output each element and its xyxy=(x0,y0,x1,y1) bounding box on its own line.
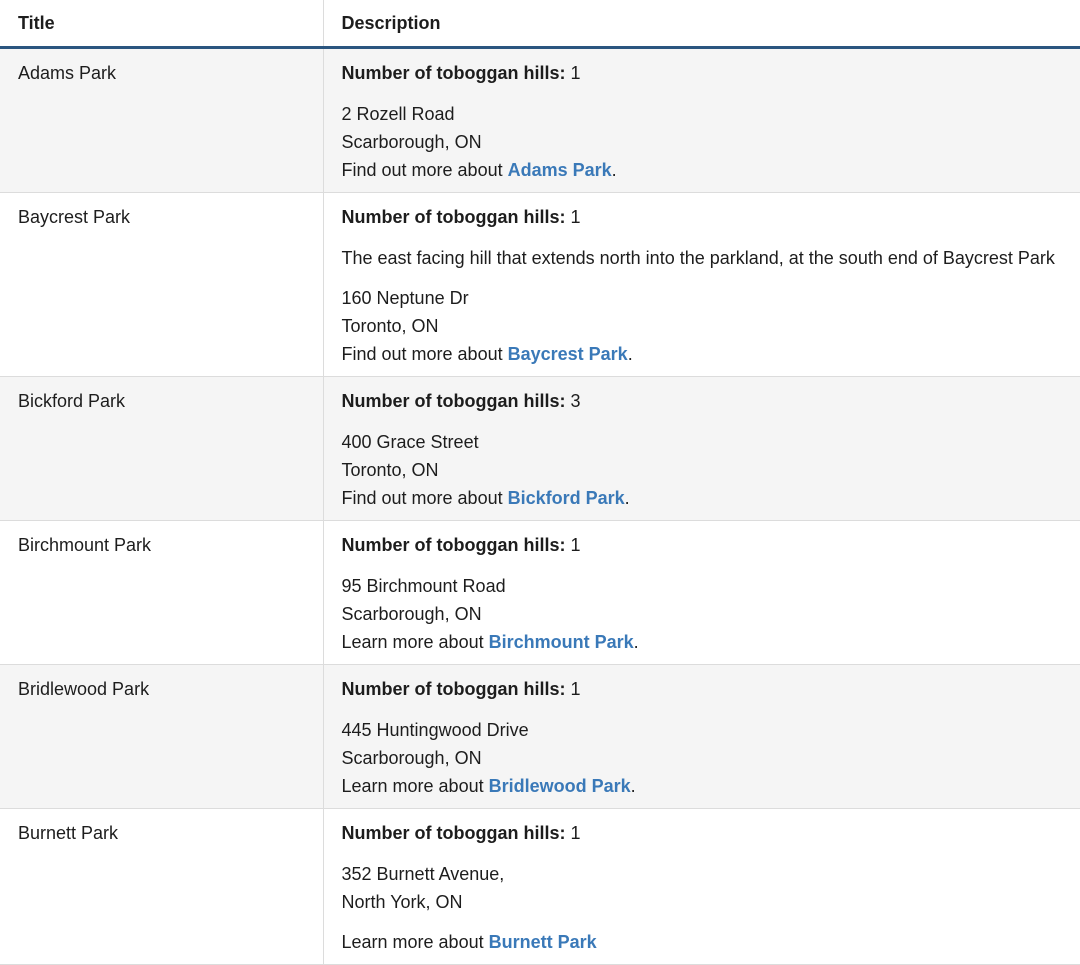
more-info-prefix: Find out more about xyxy=(341,160,508,180)
park-title: Bickford Park xyxy=(0,376,324,521)
address-line-1: 160 Neptune Dr xyxy=(341,288,469,308)
address-line-2: Scarborough, ON xyxy=(341,604,482,624)
park-link-burnett[interactable]: Burnett Park xyxy=(489,932,597,952)
table-row: Baycrest Park Number of toboggan hills: … xyxy=(0,192,1080,377)
hill-count-line: Number of toboggan hills: 1 xyxy=(342,678,1063,700)
table-row: Adams Park Number of toboggan hills: 1 2… xyxy=(0,47,1080,193)
hill-count-line: Number of toboggan hills: 3 xyxy=(342,390,1063,412)
table-header-row: Title Description xyxy=(0,0,1080,49)
table-row: Burnett Park Number of toboggan hills: 1… xyxy=(0,808,1080,965)
park-description: Number of toboggan hills: 1 445 Huntingw… xyxy=(323,664,1080,809)
hill-count-label: Number of toboggan hills: xyxy=(341,63,566,83)
hill-count-label: Number of toboggan hills: xyxy=(341,535,566,555)
park-description: Number of toboggan hills: 1 352 Burnett … xyxy=(323,808,1080,965)
hill-count-value: 1 xyxy=(570,535,581,555)
table-row: Bridlewood Park Number of toboggan hills… xyxy=(0,664,1080,809)
park-title: Burnett Park xyxy=(0,808,324,965)
table-row: Birchmount Park Number of toboggan hills… xyxy=(0,520,1080,665)
hill-count-label: Number of toboggan hills: xyxy=(341,823,566,843)
hill-count-line: Number of toboggan hills: 1 xyxy=(342,206,1063,228)
column-header-description: Description xyxy=(323,0,1080,49)
hill-count-line: Number of toboggan hills: 1 xyxy=(342,62,1063,84)
park-description: Number of toboggan hills: 1 The east fac… xyxy=(323,192,1080,377)
more-info-prefix: Learn more about xyxy=(341,932,489,952)
park-link-bridlewood[interactable]: Bridlewood Park xyxy=(489,776,631,796)
hill-count-line: Number of toboggan hills: 1 xyxy=(342,822,1063,844)
address-line-2: Toronto, ON xyxy=(341,316,439,336)
park-description: Number of toboggan hills: 1 95 Birchmoun… xyxy=(323,520,1080,665)
more-info-suffix: . xyxy=(627,344,633,364)
more-info-prefix: Learn more about xyxy=(341,632,489,652)
column-header-title: Title xyxy=(0,0,324,49)
park-title: Adams Park xyxy=(0,47,324,193)
park-link-bickford[interactable]: Bickford Park xyxy=(508,488,625,508)
park-link-adams[interactable]: Adams Park xyxy=(508,160,612,180)
park-address: 400 Grace Street Toronto, ON Find out more… xyxy=(342,428,1063,512)
address-line-1: 445 Huntingwood Drive xyxy=(341,720,529,740)
hill-location-note: The east facing hill that extends north … xyxy=(341,248,1055,268)
address-line-2: North York, ON xyxy=(341,892,463,912)
address-line-2: Toronto, ON xyxy=(341,460,439,480)
address-line-1: 352 Burnett Avenue, xyxy=(341,864,505,884)
hill-count-value: 1 xyxy=(570,63,581,83)
park-link-baycrest[interactable]: Baycrest Park xyxy=(508,344,628,364)
park-title: Bridlewood Park xyxy=(0,664,324,809)
park-address: 95 Birchmount Road Scarborough, ON Learn m… xyxy=(342,572,1063,656)
park-title: Birchmount Park xyxy=(0,520,324,665)
more-info-line: Learn more about Burnett Park xyxy=(342,928,1063,956)
more-info-suffix: . xyxy=(633,632,639,652)
hill-count-value: 1 xyxy=(570,823,581,843)
address-line-1: 95 Birchmount Road xyxy=(341,576,506,596)
address-line-2: Scarborough, ON xyxy=(341,132,482,152)
hill-count-label: Number of toboggan hills: xyxy=(341,391,566,411)
address-line-1: 2 Rozell Road xyxy=(341,104,455,124)
park-address: 352 Burnett Avenue, North York, ON xyxy=(342,860,1063,916)
park-address: 445 Huntingwood Drive Scarborough, ON Lear… xyxy=(342,716,1063,800)
hill-count-value: 1 xyxy=(570,679,581,699)
toboggan-hills-table: Title Description Adams Park Number of t… xyxy=(0,0,1080,965)
more-info-suffix: . xyxy=(624,488,630,508)
park-address: 2 Rozell Road Scarborough, ON Find out mor… xyxy=(342,100,1063,184)
address-line-2: Scarborough, ON xyxy=(341,748,482,768)
more-info-prefix: Learn more about xyxy=(341,776,489,796)
park-description: Number of toboggan hills: 1 2 Rozell Roa… xyxy=(323,47,1080,193)
hill-count-line: Number of toboggan hills: 1 xyxy=(342,534,1063,556)
park-link-birchmount[interactable]: Birchmount Park xyxy=(489,632,634,652)
more-info-prefix: Find out more about xyxy=(341,488,508,508)
park-address: 160 Neptune Dr Toronto, ON Find out more a… xyxy=(342,284,1063,368)
more-info-suffix: . xyxy=(630,776,636,796)
more-info-prefix: Find out more about xyxy=(341,344,508,364)
park-title: Baycrest Park xyxy=(0,192,324,377)
address-line-1: 400 Grace Street xyxy=(341,432,479,452)
park-description: Number of toboggan hills: 3 400 Grace St… xyxy=(323,376,1080,521)
table-row: Bickford Park Number of toboggan hills: … xyxy=(0,376,1080,521)
hill-count-value: 1 xyxy=(570,207,581,227)
hill-count-label: Number of toboggan hills: xyxy=(341,679,566,699)
hill-count-label: Number of toboggan hills: xyxy=(341,207,566,227)
hill-count-value: 3 xyxy=(570,391,581,411)
more-info-suffix: . xyxy=(611,160,617,180)
